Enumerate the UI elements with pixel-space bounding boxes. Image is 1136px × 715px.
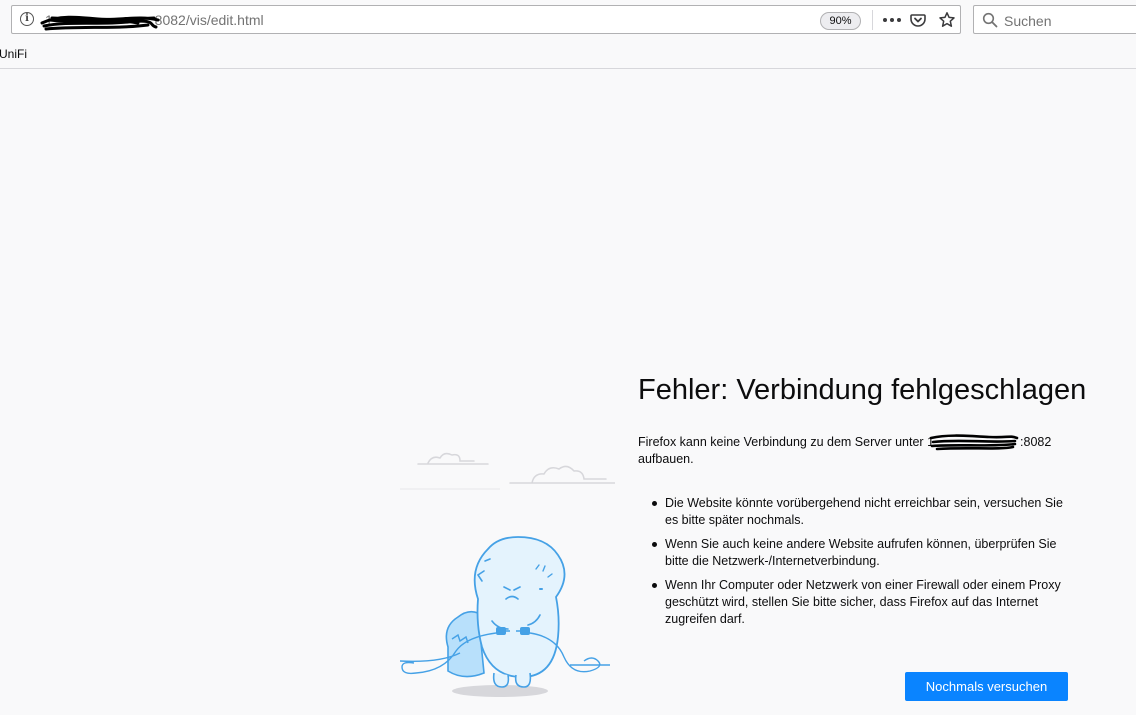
connection-failure-illustration <box>400 452 615 697</box>
list-item: Die Website könnte vorübergehend nicht e… <box>638 495 1078 529</box>
bookmark-star-icon[interactable] <box>938 11 956 29</box>
error-page: Fehler: Verbindung fehlgeschlagen Firefo… <box>0 69 1136 715</box>
bookmark-unifi[interactable]: UniFi <box>0 47 27 61</box>
info-icon[interactable]: i <box>20 12 34 26</box>
zoom-indicator[interactable]: 90% <box>820 12 861 30</box>
search-icon <box>982 12 998 28</box>
server-address: 1:8082 <box>927 434 1051 451</box>
error-suggestions: Die Website könnte vorübergehend nicht e… <box>638 495 1078 635</box>
search-placeholder: Suchen <box>1004 13 1052 29</box>
pocket-icon[interactable] <box>910 12 926 28</box>
redaction-scribble <box>40 15 160 31</box>
url-bar[interactable]: i 1.8082/vis/edit.html 90% <box>11 5 961 34</box>
description-prefix: Firefox kann keine Verbindung zu dem Ser… <box>638 435 924 449</box>
retry-button[interactable]: Nochmals versuchen <box>905 672 1068 701</box>
urlbar-separator <box>872 10 873 30</box>
error-title: Fehler: Verbindung fehlgeschlagen <box>638 374 1087 406</box>
bookmarks-toolbar: UniFi <box>0 42 1136 69</box>
description-suffix: aufbauen. <box>638 452 694 466</box>
list-item: Wenn Ihr Computer oder Netzwerk von eine… <box>638 577 1078 628</box>
navigation-toolbar: i 1.8082/vis/edit.html 90% Suchen <box>0 0 1136 41</box>
list-item: Wenn Sie auch keine andere Website aufru… <box>638 536 1078 570</box>
redaction-scribble <box>929 434 1019 451</box>
search-bar[interactable]: Suchen <box>973 5 1136 34</box>
error-description: Firefox kann keine Verbindung zu dem Ser… <box>638 434 1078 468</box>
page-actions-icon[interactable] <box>882 13 902 27</box>
